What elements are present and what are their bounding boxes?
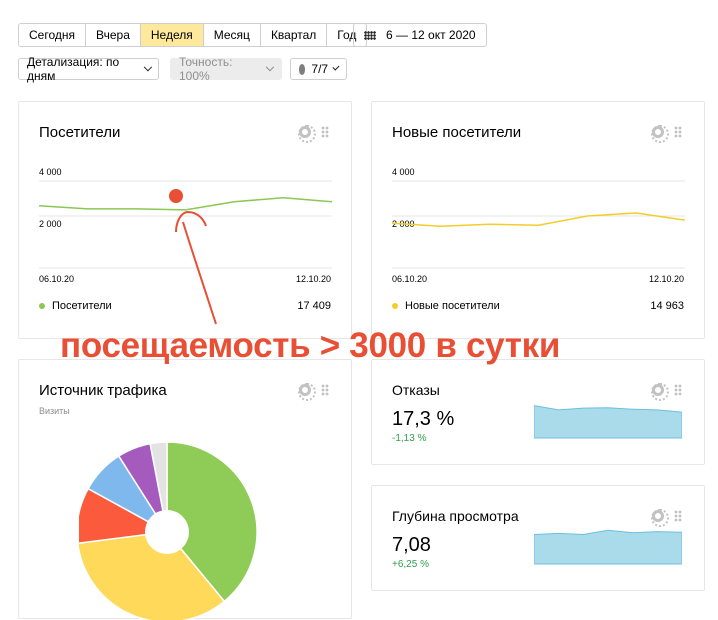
- annotation-text: посещаемость > 3000 в сутки: [60, 326, 561, 365]
- annotation-arrow: [182, 221, 217, 325]
- annotation-overlay: [169, 189, 217, 325]
- annotation-arrow-head: [175, 210, 207, 233]
- highlight-marker: [169, 189, 183, 203]
